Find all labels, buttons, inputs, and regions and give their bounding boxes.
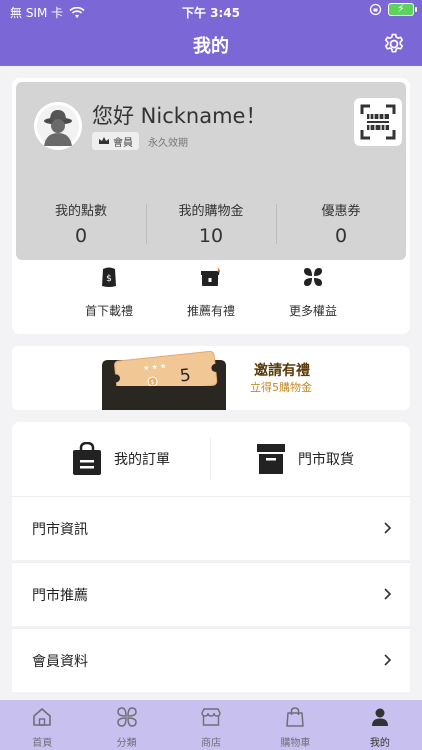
profile-summary: 您好 Nickname！ 會員 永久效期 我的點數 0 我的購物金 10 優惠券… bbox=[16, 82, 406, 260]
stat-value: 0 bbox=[74, 225, 88, 247]
stat-label: 優惠券 bbox=[321, 204, 361, 219]
stat-shopping-credit[interactable]: 我的購物金 10 bbox=[146, 200, 276, 250]
perk-label: 更多權益 bbox=[288, 304, 337, 318]
orders-section: 我的訂單 門市取貨 bbox=[12, 422, 410, 496]
menu-store-info[interactable]: 門市資訊 bbox=[12, 496, 410, 560]
default-avatar-icon bbox=[34, 102, 82, 150]
stat-coupons[interactable]: 優惠券 0 bbox=[276, 200, 406, 250]
chevron-right-icon bbox=[384, 654, 392, 666]
menu-store-recommend[interactable]: 門市推薦 bbox=[12, 562, 410, 626]
page-title: 我的 bbox=[193, 36, 229, 57]
status-bar: 無 SIM 卡 下午 3:45 ⚡ bbox=[0, 0, 422, 22]
nav-bar: 我的 bbox=[0, 22, 422, 66]
tab-mine[interactable]: 我的 bbox=[338, 700, 422, 750]
tab-category[interactable]: 分類 bbox=[84, 700, 168, 750]
pickup-box-icon bbox=[257, 444, 285, 474]
store-pickup-button[interactable]: 門市取貨 bbox=[256, 440, 354, 478]
crown-icon bbox=[99, 137, 109, 144]
tab-bar: 首頁 分類 商店 購物車 我的 bbox=[0, 700, 422, 750]
avatar[interactable] bbox=[34, 102, 82, 150]
tab-cart[interactable]: 購物車 bbox=[253, 700, 337, 750]
home-icon bbox=[33, 708, 52, 726]
tab-label: 購物車 bbox=[280, 738, 311, 749]
tab-label: 商店 bbox=[201, 738, 222, 749]
invite-ticket-illustration: ★ ★ ★ $ bbox=[102, 350, 226, 410]
chevron-right-icon bbox=[384, 588, 392, 600]
perks-row: $ 首下載禮 推薦有禮 更多權益 bbox=[12, 266, 410, 326]
barcode-scan-icon bbox=[360, 104, 396, 140]
banner-subtitle: 立得5購物金 bbox=[250, 381, 312, 394]
perk-referral-gift[interactable]: 推薦有禮 bbox=[160, 266, 262, 326]
invite-banner[interactable]: ★ ★ ★ $ 5 邀請有禮 立得5購物金 bbox=[12, 346, 410, 410]
tab-label: 我的 bbox=[369, 738, 390, 749]
perk-label: 首下載禮 bbox=[84, 304, 133, 318]
stat-label: 我的購物金 bbox=[178, 204, 244, 219]
menu-label: 會員資料 bbox=[32, 654, 88, 670]
banner-ticket-value: 5 bbox=[178, 365, 192, 387]
tab-home[interactable]: 首頁 bbox=[0, 700, 84, 750]
store-icon bbox=[201, 708, 221, 726]
shopping-bag-icon bbox=[73, 442, 101, 475]
gift-box-icon bbox=[201, 267, 221, 286]
perk-first-download-gift[interactable]: $ 首下載禮 bbox=[58, 266, 160, 326]
store-pickup-label: 門市取貨 bbox=[298, 452, 354, 468]
four-leaf-icon bbox=[304, 268, 322, 286]
chevron-right-icon bbox=[384, 522, 392, 534]
status-time: 下午 3:45 bbox=[181, 6, 241, 20]
greeting-text: 您好 Nickname！ bbox=[92, 104, 267, 128]
perk-label: 推薦有禮 bbox=[186, 304, 235, 318]
stat-value: 0 bbox=[334, 225, 348, 247]
member-badge-label: 會員 bbox=[113, 137, 133, 149]
menu-label: 門市資訊 bbox=[32, 522, 88, 538]
perk-more-benefits[interactable]: 更多權益 bbox=[262, 266, 364, 326]
gift-bag-icon: $ bbox=[102, 267, 116, 287]
tab-label: 分類 bbox=[116, 738, 137, 749]
person-icon bbox=[371, 708, 388, 726]
stat-points[interactable]: 我的點數 0 bbox=[16, 200, 146, 250]
category-icon bbox=[116, 707, 137, 727]
profile-card: 您好 Nickname！ 會員 永久效期 我的點數 0 我的購物金 10 優惠券… bbox=[12, 78, 410, 334]
menu-member-profile[interactable]: 會員資料 bbox=[12, 628, 410, 692]
member-badge: 會員 bbox=[92, 132, 139, 150]
stat-value: 10 bbox=[198, 225, 224, 247]
menu-label: 門市推薦 bbox=[32, 588, 88, 604]
settings-gear-icon[interactable] bbox=[382, 32, 406, 56]
my-orders-button[interactable]: 我的訂單 bbox=[72, 440, 170, 478]
battery-icon: ⚡ bbox=[388, 2, 417, 16]
stat-label: 我的點數 bbox=[54, 204, 107, 219]
stats-row: 我的點數 0 我的購物金 10 優惠券 0 bbox=[16, 200, 406, 250]
tab-store[interactable]: 商店 bbox=[169, 700, 253, 750]
svg-text:$: $ bbox=[106, 274, 112, 284]
barcode-scan-button[interactable] bbox=[354, 98, 402, 146]
membership-validity: 永久效期 bbox=[148, 138, 188, 149]
tab-label: 首頁 bbox=[32, 738, 53, 749]
orientation-lock-icon bbox=[369, 3, 382, 16]
banner-title: 邀請有禮 bbox=[254, 363, 310, 379]
my-orders-label: 我的訂單 bbox=[114, 452, 170, 468]
orders-divider bbox=[210, 438, 211, 480]
cart-icon bbox=[286, 707, 305, 727]
